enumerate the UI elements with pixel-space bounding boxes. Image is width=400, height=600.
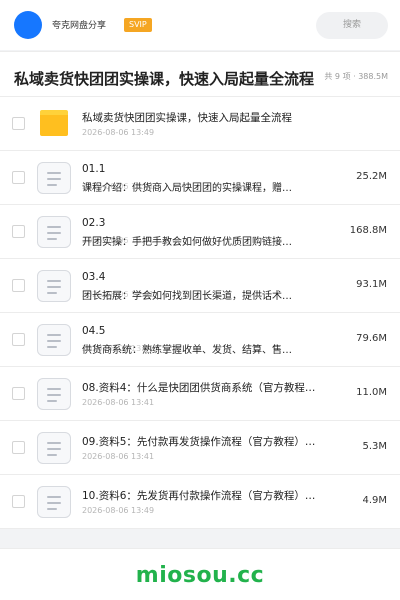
file-list: 私域卖货快团团实操课，快速入局起量全流程 2026-08-06 13:49 20… bbox=[0, 97, 400, 529]
document-icon bbox=[37, 378, 71, 410]
document-icon bbox=[37, 486, 71, 518]
file-date: 2026-08-06 13:49 bbox=[82, 506, 155, 515]
file-name: 10.资料6：先发货再付款操作流程（官方教程）【公… bbox=[82, 490, 318, 502]
list-item[interactable]: 2026-08-06 13:41 01.1 课程介绍：供货商入局快团团的实操课程… bbox=[0, 151, 400, 205]
file-date: 2026-08-06 13:49 bbox=[82, 128, 155, 137]
list-item[interactable]: 08.资料4：什么是快团团供货商系统（官方教程）.… 2026-08-06 13… bbox=[0, 367, 400, 421]
file-date: 2026-08-06 13:41 bbox=[82, 452, 155, 461]
file-size: 93.1M bbox=[356, 279, 387, 290]
checkbox[interactable] bbox=[12, 279, 25, 292]
list-item[interactable]: 2026-08-06 13:41 04.5 供货商系统：熟练掌握收单、发货、结算… bbox=[0, 313, 400, 367]
file-size: 25.2M bbox=[356, 171, 387, 182]
file-size: 79.6M bbox=[356, 333, 387, 344]
file-name: 私域卖货快团团实操课，快速入局起量全流程 bbox=[82, 112, 292, 124]
file-count: 共 9 项 · 388.5M bbox=[324, 72, 388, 81]
list-item[interactable]: 2026-08-06 13:41 02.3 开团实操：手把手教会如何做好优质团购… bbox=[0, 205, 400, 259]
checkbox[interactable] bbox=[12, 441, 25, 454]
share-brand-label: 夸克网盘分享 bbox=[52, 21, 107, 31]
file-description: 供货商系统：熟练掌握收单、发货、结算、售… bbox=[82, 345, 292, 356]
list-item[interactable]: 2026-08-06 13:41 03.4 团长拓展：学会如何找到团长渠道，提供… bbox=[0, 259, 400, 313]
checkbox[interactable] bbox=[12, 333, 25, 346]
list-item[interactable]: 私域卖货快团团实操课，快速入局起量全流程 2026-08-06 13:49 bbox=[0, 97, 400, 151]
file-name: 03.4 bbox=[82, 271, 106, 283]
file-name: 02.3 bbox=[82, 217, 106, 229]
file-size: 4.9M bbox=[362, 495, 387, 506]
checkbox[interactable] bbox=[12, 495, 25, 508]
title-bar: 私域卖货快团团实操课，快速入局起量全流程 共 9 项 · 388.5M bbox=[0, 51, 400, 97]
file-name: 09.资料5：先付款再发货操作流程（官方教程）.m… bbox=[82, 436, 318, 448]
file-name: 01.1 bbox=[82, 163, 106, 175]
file-description: 团长拓展：学会如何找到团长渠道，提供话术… bbox=[82, 291, 292, 302]
svip-badge: SVIP bbox=[124, 18, 152, 32]
list-item[interactable]: 10.资料6：先发货再付款操作流程（官方教程）【公… 2026-08-06 13… bbox=[0, 475, 400, 529]
document-icon bbox=[37, 162, 71, 194]
document-icon bbox=[37, 324, 71, 356]
search-button[interactable]: 搜索 bbox=[316, 12, 388, 39]
checkbox[interactable] bbox=[12, 117, 25, 130]
file-name: 04.5 bbox=[82, 325, 106, 337]
checkbox[interactable] bbox=[12, 171, 25, 184]
file-description: 课程介绍：供货商入局快团团的实操课程，赠… bbox=[82, 183, 292, 194]
file-size: 168.8M bbox=[349, 225, 387, 236]
file-description: 开团实操：手把手教会如何做好优质团购链接… bbox=[82, 237, 292, 248]
list-item[interactable]: 09.资料5：先付款再发货操作流程（官方教程）.m… 2026-08-06 13… bbox=[0, 421, 400, 475]
document-icon bbox=[37, 216, 71, 248]
footer: miosou.cc bbox=[0, 548, 400, 600]
watermark: miosou.cc bbox=[135, 563, 265, 588]
file-size: 11.0M bbox=[356, 387, 387, 398]
file-name: 08.资料4：什么是快团团供货商系统（官方教程）.… bbox=[82, 382, 318, 394]
document-icon bbox=[37, 270, 71, 302]
file-size: 5.3M bbox=[362, 441, 387, 452]
page-title: 私域卖货快团团实操课，快速入局起量全流程 bbox=[14, 70, 315, 88]
folder-icon bbox=[40, 110, 68, 136]
avatar[interactable] bbox=[14, 11, 42, 39]
checkbox[interactable] bbox=[12, 387, 25, 400]
top-bar: 夸克网盘分享 SVIP 搜索 bbox=[0, 0, 400, 50]
file-date: 2026-08-06 13:41 bbox=[82, 398, 155, 407]
document-icon bbox=[37, 432, 71, 464]
checkbox[interactable] bbox=[12, 225, 25, 238]
